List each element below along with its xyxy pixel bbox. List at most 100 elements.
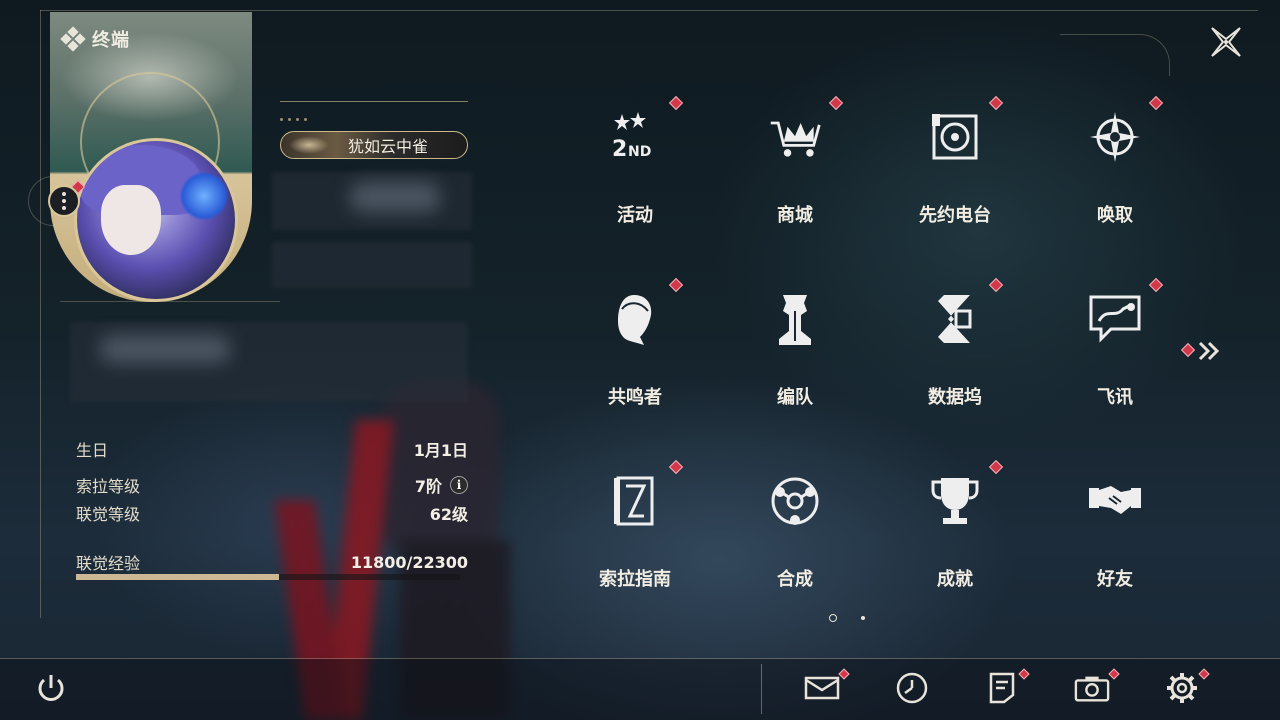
power-button[interactable] (33, 670, 69, 706)
nickname-plate[interactable]: 犹如云中雀 (280, 131, 468, 159)
avatar-more-button[interactable] (48, 185, 80, 217)
name-dots-decor (280, 118, 340, 122)
union-exp-row: 联觉经验 11800/22300 (76, 550, 468, 574)
blurred-info-area (272, 242, 472, 288)
notification-badge (828, 95, 844, 111)
menu-item-messages-chat[interactable]: 飞讯 (1065, 277, 1165, 427)
event-2nd-anniversary-icon: 2 ND (607, 109, 663, 165)
menu-item-label: 合成 (777, 569, 813, 590)
achievement-trophy-icon (927, 473, 983, 529)
solaris-guide-icon (607, 473, 663, 529)
svg-text:2: 2 (612, 137, 627, 162)
power-icon (38, 675, 64, 701)
union-level-label: 联觉等级 (76, 505, 141, 524)
history-button[interactable] (894, 670, 930, 706)
friends-handshake-icon (1087, 473, 1143, 529)
menu-item-convene-compass[interactable]: 唤取 (1065, 95, 1165, 245)
bottom-bar-line (0, 658, 1280, 659)
menu-item-resonator-head[interactable]: 共鸣者 (585, 277, 685, 427)
dot-icon (62, 192, 66, 196)
birthday-value: 1月1日 (413, 441, 468, 460)
menu-item-label: 成就 (937, 569, 973, 590)
close-icon (1211, 27, 1241, 57)
notification-badge (1148, 95, 1164, 111)
sola-level-row: 索拉等级 7阶 i (76, 473, 468, 497)
bottom-bar-separator (761, 664, 762, 714)
dot-icon (62, 206, 66, 210)
card-bottom-divider (60, 301, 280, 302)
notification-badge (668, 459, 684, 475)
union-exp-progress-fill (76, 574, 280, 580)
menu-item-synthesis[interactable]: 合成 (745, 459, 845, 609)
next-page-button[interactable] (1196, 340, 1222, 362)
notice-button[interactable] (984, 670, 1020, 706)
birthday-row: 生日 1月1日 (76, 437, 468, 461)
union-level-value: 62级 (429, 505, 468, 524)
settings-gear-icon (1167, 673, 1197, 703)
notification-badge (668, 277, 684, 293)
data-bank-icon (927, 291, 983, 347)
notification-badge (988, 95, 1004, 111)
close-button[interactable] (1206, 22, 1246, 62)
settings-button[interactable] (1164, 670, 1200, 706)
next-page-badge (1180, 342, 1196, 358)
union-level-row: 联觉等级 62级 (76, 501, 468, 525)
double-chevron-right-icon (1198, 341, 1220, 361)
menu-item-label: 活动 (617, 205, 653, 226)
synthesis-icon (767, 473, 823, 529)
convene-compass-icon (1087, 109, 1143, 165)
menu-item-label: 共鸣者 (608, 387, 662, 408)
camera-icon (1074, 676, 1110, 702)
menu-item-team-chess[interactable]: 编队 (745, 277, 845, 427)
page-title: 终端 (60, 26, 130, 52)
menu-item-label: 先约电台 (919, 205, 991, 226)
page-indicator-1[interactable] (829, 614, 837, 622)
notification-badge (1148, 277, 1164, 293)
dot-icon (62, 199, 66, 203)
info-icon[interactable]: i (450, 476, 468, 494)
menu-item-radio-pass[interactable]: 先约电台 (905, 95, 1005, 245)
menu-item-label: 数据坞 (928, 387, 982, 408)
menu-item-friends-handshake[interactable]: 好友 (1065, 459, 1165, 609)
birthday-label: 生日 (76, 441, 109, 460)
frame-top-line (40, 10, 1258, 11)
notification-badge (988, 459, 1004, 475)
page-indicator-2[interactable] (861, 616, 865, 620)
terminal-diamond-icon (60, 26, 86, 52)
union-exp-value: 11800/22300 (350, 552, 468, 572)
nickname: 犹如云中雀 (347, 137, 428, 156)
menu-item-event-2nd-anniversary[interactable]: 2 ND 活动 (585, 95, 685, 245)
history-clock-icon (896, 672, 928, 704)
frame-left-line (40, 10, 41, 618)
frame-corner-arc (1060, 34, 1170, 76)
radio-pass-icon (927, 109, 983, 165)
messages-chat-icon (1087, 291, 1143, 347)
union-exp-progress-bar (76, 574, 460, 580)
resonator-head-icon (607, 291, 663, 347)
notification-badge (668, 95, 684, 111)
notification-badge (988, 277, 1004, 293)
nameplate-emblem-icon (289, 136, 329, 154)
menu-item-achievement-trophy[interactable]: 成就 (905, 459, 1005, 609)
menu-item-shop-crown-cart[interactable]: 商城 (745, 95, 845, 245)
menu-item-solaris-guide[interactable]: 索拉指南 (585, 459, 685, 609)
camera-button[interactable] (1074, 670, 1110, 706)
union-exp-label: 联觉经验 (76, 554, 141, 573)
mail-button[interactable] (804, 670, 840, 706)
team-chess-icon (767, 291, 823, 347)
menu-item-data-bank[interactable]: 数据坞 (905, 277, 1005, 427)
avatar[interactable] (74, 138, 238, 302)
name-top-divider (280, 101, 468, 102)
menu-item-label: 编队 (777, 387, 813, 408)
blurred-uid-text (350, 182, 440, 212)
menu-item-label: 飞讯 (1097, 387, 1133, 408)
menu-item-label: 索拉指南 (599, 569, 671, 590)
sola-level-value: 7阶 (414, 477, 442, 496)
svg-text:ND: ND (628, 144, 651, 160)
sola-level-label: 索拉等级 (76, 477, 141, 496)
notice-board-icon (989, 672, 1015, 704)
blurred-signature-text (100, 335, 230, 363)
menu-item-label: 好友 (1097, 569, 1133, 590)
menu-item-label: 商城 (777, 205, 813, 226)
shop-crown-cart-icon (767, 109, 823, 165)
